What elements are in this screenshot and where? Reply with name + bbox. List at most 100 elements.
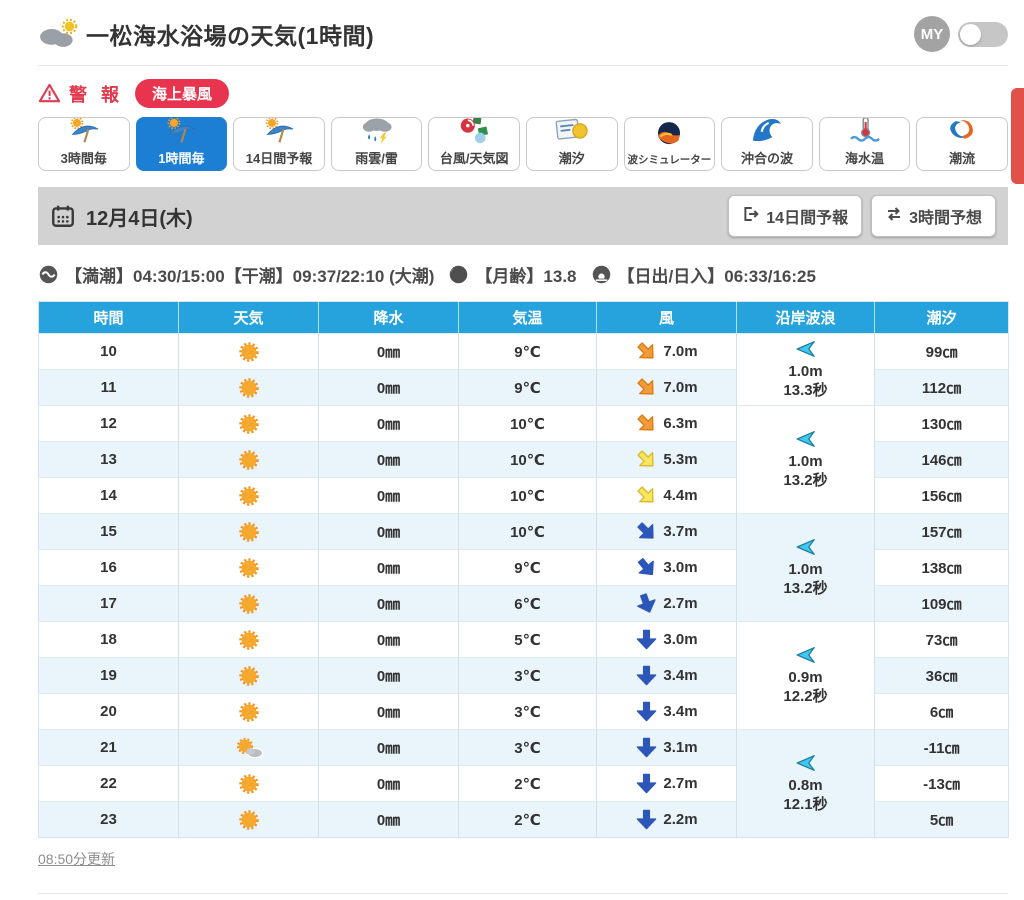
tide-cell: 6㎝	[874, 693, 1009, 730]
my-badge[interactable]: MY	[914, 16, 950, 52]
time-cell: 13	[38, 441, 179, 478]
cloud-sun-icon	[38, 18, 80, 50]
time-cell: 10	[38, 333, 179, 370]
sun-icon	[237, 701, 261, 722]
tab-tide[interactable]: 潮汐	[525, 117, 618, 171]
wind-speed: 6.3m	[663, 415, 698, 432]
tide-cell: 130㎝	[874, 405, 1009, 442]
tide-calendar-icon	[552, 118, 592, 148]
sun-icon	[237, 629, 261, 650]
wind-speed: 3.4m	[663, 667, 698, 684]
tab-typhoon-map[interactable]: 台風/天気図	[428, 117, 520, 171]
wave-direction-icon	[792, 536, 819, 561]
wind-arrow-icon	[635, 664, 658, 687]
wind-speed: 5.3m	[663, 451, 698, 468]
fourteen-day-forecast-button[interactable]: 14日間予報	[728, 195, 863, 237]
updated-time-link[interactable]: 08:50分更新	[38, 851, 115, 867]
precip-cell: 0㎜	[318, 549, 459, 586]
right-edge-ribbon[interactable]	[1011, 88, 1024, 184]
column-header: 降水	[318, 301, 459, 334]
wind-speed: 7.0m	[663, 379, 698, 396]
wind-cell: 3.7m	[596, 513, 737, 550]
weather-cell	[178, 333, 319, 370]
button-label: 3時間予想	[909, 210, 982, 227]
temp-cell: 10℃	[458, 513, 597, 550]
weather-cell	[178, 549, 319, 586]
tab-14day[interactable]: 14日間予報	[233, 117, 325, 171]
weather-cell	[178, 801, 319, 838]
tab-offshore-wave[interactable]: 沖合の波	[721, 117, 813, 171]
precip-cell: 0㎜	[318, 405, 459, 442]
three-hour-forecast-button[interactable]: 3時間予想	[871, 195, 996, 237]
wind-speed: 3.0m	[663, 631, 698, 648]
wind-arrow-icon	[635, 628, 658, 651]
tab-label: 潮流	[949, 151, 976, 166]
wind-arrow-icon	[635, 376, 658, 399]
wind-speed: 2.7m	[663, 595, 698, 612]
wind-cell: 6.3m	[596, 405, 737, 442]
temp-cell: 2℃	[458, 801, 597, 838]
temp-cell: 10℃	[458, 405, 597, 442]
tab-label: 台風/天気図	[439, 151, 509, 166]
temp-cell: 2℃	[458, 765, 597, 802]
precip-cell: 0㎜	[318, 477, 459, 514]
weather-cell	[178, 765, 319, 802]
tab-3hourly[interactable]: 3時間毎	[38, 117, 130, 171]
wind-speed: 3.1m	[663, 739, 698, 756]
tide-cell: 109㎝	[874, 585, 1009, 622]
tab-rain-radar[interactable]: 雨雲/雷	[330, 117, 423, 171]
wave-period: 13.2秒	[783, 580, 828, 597]
wind-speed: 3.4m	[663, 703, 698, 720]
bottom-divider	[38, 893, 1008, 894]
sun-icon	[237, 341, 261, 362]
calendar-icon	[50, 203, 76, 229]
moon-icon	[448, 264, 475, 285]
wind-speed: 2.7m	[663, 775, 698, 792]
wave-period: 12.2秒	[783, 688, 828, 705]
time-cell: 16	[38, 549, 179, 586]
tide-info-text: 【月齢】13.8	[475, 267, 577, 286]
tide-cell: 146㎝	[874, 441, 1009, 478]
tab-current[interactable]: 潮流	[916, 117, 1008, 171]
wind-arrow-icon	[635, 340, 658, 363]
tide-cell: 157㎝	[874, 513, 1009, 550]
warning-triangle-icon	[38, 82, 61, 105]
warning-badge[interactable]: 海上暴風	[135, 79, 230, 108]
wind-speed: 7.0m	[663, 343, 698, 360]
hourly-forecast-table: 時間 天気 降水 気温風沿岸波浪 潮汐 10 0㎜ 9℃ 7.0m 1.0m 13.3秒 99㎝ 11…	[38, 301, 1009, 838]
tide-info-segment: 【日出/日入】06:33/16:25	[591, 262, 816, 287]
weather-cell	[178, 585, 319, 622]
sun-icon	[237, 593, 261, 614]
time-cell: 12	[38, 405, 179, 442]
wind-cell: 3.4m	[596, 657, 737, 694]
wind-speed: 4.4m	[663, 487, 698, 504]
tide-cell: -13㎝	[874, 765, 1009, 802]
wave-direction-icon	[792, 752, 819, 777]
weather-cell	[178, 405, 319, 442]
button-label: 14日間予報	[766, 210, 849, 227]
tab-1hourly[interactable]: 1時間毎	[135, 117, 228, 171]
temp-cell: 10℃	[458, 441, 597, 478]
wave-height: 0.8m	[788, 777, 823, 795]
time-cell: 19	[38, 657, 179, 694]
tab-label: 1時間毎	[158, 151, 205, 166]
tide-info-segment: 【満潮】04:30/15:00【干潮】09:37/22:10 (大潮)	[38, 262, 434, 287]
wave-height: 1.0m	[788, 363, 823, 381]
temp-cell: 3℃	[458, 657, 597, 694]
weather-cell	[178, 477, 319, 514]
tab-sea-temp[interactable]: 海水温	[818, 117, 911, 171]
tide-cell: 112㎝	[874, 369, 1009, 406]
table-header-row: 時間 天気 降水 気温風沿岸波浪 潮汐	[38, 301, 1009, 334]
wave-height: 1.0m	[788, 561, 823, 579]
sun-icon	[237, 521, 261, 542]
tab-label: 3時間毎	[60, 151, 107, 166]
offshore-wave-icon	[747, 118, 787, 148]
temp-cell: 6℃	[458, 585, 597, 622]
column-header: 風	[596, 301, 737, 334]
weather-cell	[178, 693, 319, 730]
my-toggle[interactable]	[958, 21, 1008, 47]
time-cell: 18	[38, 621, 179, 658]
tab-wave-sim[interactable]: 波シミュレーター	[623, 117, 716, 171]
tide-cell: -11㎝	[874, 729, 1009, 766]
tab-bar: 3時間毎 1時間毎 14日間予報 雨雲/雷 台風/天気図 潮汐 波シミュレーター 沖合の波 海水…	[38, 117, 1008, 171]
